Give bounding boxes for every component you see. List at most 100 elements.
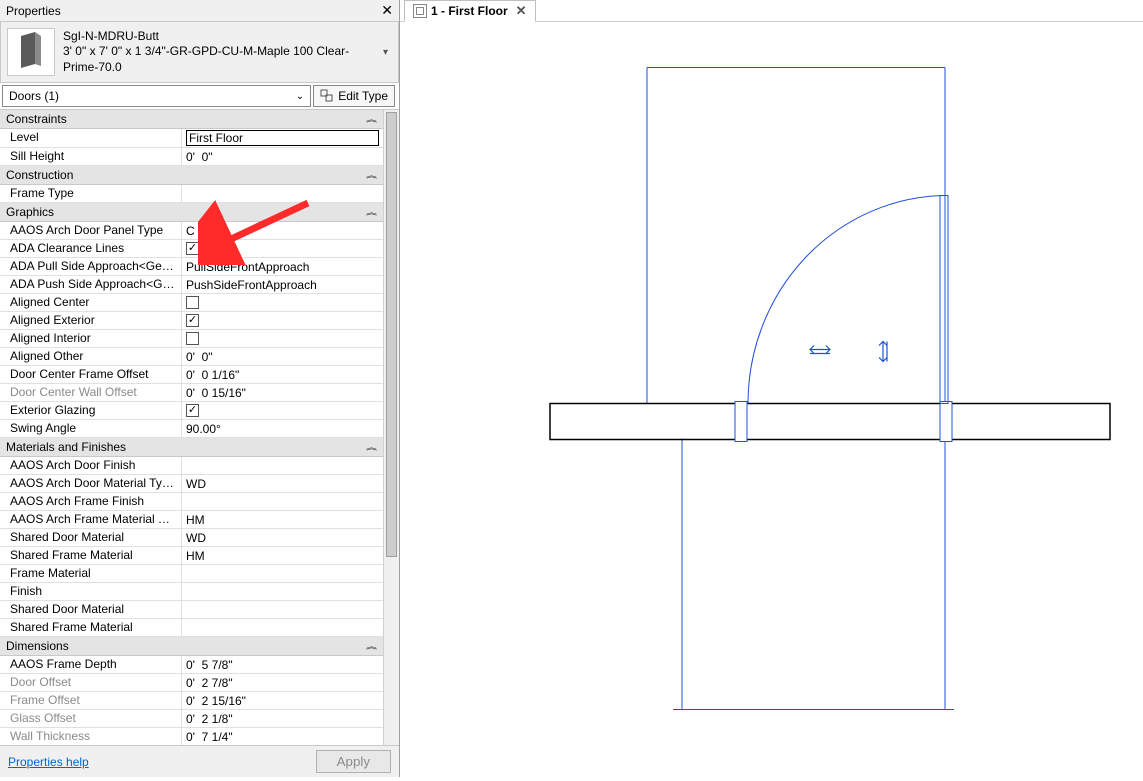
scrollbar-thumb[interactable] (386, 112, 397, 557)
canvas-area: 1 - First Floor ✕ (400, 0, 1143, 777)
collapse-icon[interactable]: ︽ (366, 207, 377, 217)
property-value[interactable] (182, 493, 383, 510)
property-input[interactable] (186, 513, 379, 527)
properties-title: Properties (6, 4, 61, 18)
property-input[interactable] (186, 585, 379, 599)
close-icon[interactable]: ✕ (381, 2, 393, 19)
property-label: Aligned Center (0, 294, 182, 311)
property-label: Exterior Glazing (0, 402, 182, 419)
property-input[interactable] (186, 603, 379, 617)
edit-type-icon (320, 89, 334, 103)
property-input[interactable] (186, 422, 379, 436)
property-value[interactable] (182, 330, 383, 347)
properties-help-link[interactable]: Properties help (8, 755, 89, 769)
property-row: Shared Frame Material (0, 619, 383, 637)
property-input[interactable] (186, 621, 379, 635)
property-value[interactable] (182, 583, 383, 600)
property-row: Exterior Glazing ✓ (0, 402, 383, 420)
property-label: Finish (0, 583, 182, 600)
property-label: Shared Door Material (0, 601, 182, 618)
apply-button[interactable]: Apply (316, 750, 391, 773)
type-selector[interactable]: SgI-N-MDRU-Butt 3' 0" x 7' 0" x 1 3/4"-G… (0, 22, 399, 83)
property-input[interactable] (186, 350, 379, 364)
property-row: ADA Push Side Approach<Gen... (0, 276, 383, 294)
property-value[interactable] (182, 529, 383, 546)
collapse-icon[interactable]: ︽ (366, 442, 377, 452)
property-input[interactable] (186, 567, 379, 581)
close-icon[interactable]: ✕ (516, 3, 527, 19)
property-value[interactable]: ✓ (182, 240, 383, 257)
property-value[interactable] (182, 258, 383, 275)
type-size: 3' 0" x 7' 0" x 1 3/4"-GR-GPD-CU-M-Maple… (63, 44, 379, 75)
property-value[interactable] (182, 619, 383, 636)
property-input[interactable] (186, 459, 379, 473)
property-value[interactable] (182, 366, 383, 383)
drawing-canvas[interactable] (400, 22, 1143, 778)
property-input[interactable] (186, 531, 379, 545)
property-value[interactable]: ✓ (182, 312, 383, 329)
property-row: AAOS Arch Door Material Type (0, 475, 383, 493)
property-value[interactable] (182, 511, 383, 528)
property-input[interactable] (186, 495, 379, 509)
view-tab[interactable]: 1 - First Floor ✕ (404, 0, 536, 22)
property-label: Door Offset (0, 674, 182, 691)
property-input[interactable] (186, 368, 379, 382)
collapse-icon[interactable]: ︽ (366, 114, 377, 124)
property-value[interactable] (182, 294, 383, 311)
properties-grid[interactable]: Constraints︽LevelSill HeightConstruction… (0, 110, 383, 745)
property-input[interactable] (186, 187, 379, 201)
property-input[interactable] (186, 260, 379, 274)
property-input[interactable] (186, 278, 379, 292)
category-header[interactable]: Constraints︽ (0, 110, 383, 129)
checkbox[interactable] (186, 296, 199, 309)
property-input (186, 386, 379, 400)
property-value[interactable] (182, 457, 383, 474)
property-label: Aligned Interior (0, 330, 182, 347)
category-filter-dropdown[interactable]: Doors (1) ⌄ (2, 85, 311, 107)
property-input[interactable] (186, 130, 379, 146)
property-input[interactable] (186, 549, 379, 563)
property-value[interactable] (182, 601, 383, 618)
property-value[interactable] (182, 565, 383, 582)
collapse-icon[interactable]: ︽ (366, 641, 377, 651)
property-value[interactable] (182, 185, 383, 202)
checkbox[interactable]: ✓ (186, 404, 199, 417)
view-tab-bar: 1 - First Floor ✕ (400, 0, 1143, 22)
property-label: Door Center Wall Offset (0, 384, 182, 401)
checkbox[interactable]: ✓ (186, 242, 199, 255)
property-value[interactable] (182, 129, 383, 147)
checkbox[interactable] (186, 332, 199, 345)
property-value[interactable] (182, 547, 383, 564)
property-value[interactable] (182, 148, 383, 165)
category-header[interactable]: Materials and Finishes︽ (0, 438, 383, 457)
checkbox[interactable]: ✓ (186, 314, 199, 327)
property-value[interactable] (182, 276, 383, 293)
property-value[interactable] (182, 420, 383, 437)
category-header[interactable]: Dimensions︽ (0, 637, 383, 656)
property-row: AAOS Frame Depth (0, 656, 383, 674)
scrollbar[interactable] (383, 110, 399, 745)
property-input[interactable] (186, 224, 379, 238)
property-input[interactable] (186, 658, 379, 672)
property-label: Swing Angle (0, 420, 182, 437)
property-value[interactable] (182, 475, 383, 492)
property-value[interactable] (182, 656, 383, 673)
category-header[interactable]: Construction︽ (0, 166, 383, 185)
chevron-down-icon[interactable]: ▾ (379, 47, 392, 58)
collapse-icon[interactable]: ︽ (366, 170, 377, 180)
property-row: AAOS Arch Door Finish (0, 457, 383, 475)
property-value[interactable]: ✓ (182, 402, 383, 419)
property-row: Door Offset (0, 674, 383, 692)
property-input[interactable] (186, 150, 379, 164)
property-value[interactable] (182, 222, 383, 239)
property-row: Door Center Frame Offset (0, 366, 383, 384)
property-row: Finish (0, 583, 383, 601)
category-header[interactable]: Graphics︽ (0, 203, 383, 222)
property-label: Level (0, 129, 182, 147)
edit-type-button[interactable]: Edit Type (313, 85, 395, 107)
property-row: Shared Door Material (0, 529, 383, 547)
property-value[interactable] (182, 348, 383, 365)
property-input[interactable] (186, 477, 379, 491)
property-row: ADA Clearance Lines✓ (0, 240, 383, 258)
filter-row: Doors (1) ⌄ Edit Type (0, 83, 399, 110)
